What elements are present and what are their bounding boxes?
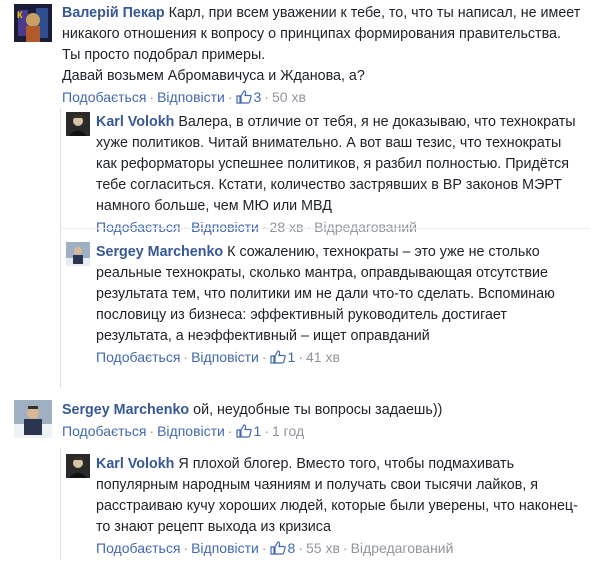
comment-text: Karl Volokh Валера, в отличие от тебя, я … bbox=[96, 112, 580, 217]
reply-button[interactable]: Відповісти bbox=[191, 540, 259, 556]
comment-body: Karl Volokh Я плохой блогер. Вместо того,… bbox=[96, 454, 580, 557]
avatar-image bbox=[66, 242, 90, 266]
comment-text: Валерій Пекар Карл, при всем уважении к т… bbox=[62, 3, 582, 87]
author-link[interactable]: Sergey Marchenko bbox=[62, 402, 189, 418]
thumbs-up-icon[interactable] bbox=[235, 424, 252, 438]
author-link[interactable]: Karl Volokh bbox=[96, 456, 174, 472]
comment-actions: Подобається · Відповісти · 1 · 1 год bbox=[62, 423, 305, 439]
reply-thread-line bbox=[60, 448, 61, 560]
comment-text: Sergey Marchenko ой, неудобные ты вопросы… bbox=[62, 400, 582, 421]
avatar-image bbox=[66, 112, 90, 136]
comment-actions: Подобається · Відповісти · 8 · 55 хв · Відредаго… bbox=[96, 540, 454, 556]
thumbs-up-icon[interactable] bbox=[269, 541, 286, 555]
divider bbox=[60, 228, 590, 229]
avatar[interactable] bbox=[66, 112, 90, 136]
reply-thread-line bbox=[60, 108, 61, 388]
comment: Sergey Marchenko ой, неудобные ты вопросы… bbox=[14, 400, 590, 446]
like-button[interactable]: Подобається bbox=[62, 89, 146, 105]
svg-text:К: К bbox=[17, 10, 23, 20]
reply-button[interactable]: Відповісти bbox=[157, 89, 225, 105]
reply-button[interactable]: Відповісти bbox=[191, 219, 259, 235]
comment-reply: Sergey Marchenko К сожалению, технократы … bbox=[66, 242, 590, 387]
author-link[interactable]: Sergey Marchenko bbox=[96, 244, 223, 260]
edited-label[interactable]: Відредагований bbox=[314, 219, 417, 235]
avatar[interactable] bbox=[66, 242, 90, 266]
avatar[interactable] bbox=[14, 400, 52, 438]
avatar-image bbox=[66, 454, 90, 478]
thumbs-up-icon[interactable] bbox=[235, 90, 252, 104]
comment-text: Karl Volokh Я плохой блогер. Вместо того,… bbox=[96, 454, 580, 538]
reply-button[interactable]: Відповісти bbox=[157, 423, 225, 439]
comment-text: Sergey Marchenko К сожалению, технократы … bbox=[96, 242, 580, 347]
avatar[interactable] bbox=[66, 454, 90, 478]
avatar-image: К bbox=[14, 4, 52, 42]
author-link[interactable]: Karl Volokh bbox=[96, 114, 174, 130]
comment-body: Sergey Marchenko ой, неудобные ты вопросы… bbox=[62, 400, 582, 440]
like-button[interactable]: Подобається bbox=[62, 423, 146, 439]
comment-actions: Подобається · Відповісти · 3 · 50 хв bbox=[62, 89, 306, 105]
comment-content: ой, неудобные ты вопросы задаешь)) bbox=[193, 402, 443, 418]
like-button[interactable]: Подобається bbox=[96, 349, 180, 365]
timestamp[interactable]: 1 год bbox=[272, 423, 304, 439]
reply-button[interactable]: Відповісти bbox=[191, 349, 259, 365]
comment-reply: Karl Volokh Валера, в отличие от тебя, я … bbox=[66, 112, 590, 235]
edited-label[interactable]: Відредагований bbox=[351, 540, 454, 556]
comment-body: Sergey Marchenko К сожалению, технократы … bbox=[96, 242, 580, 366]
like-button[interactable]: Подобається bbox=[96, 540, 180, 556]
like-button[interactable]: Подобається bbox=[96, 219, 180, 235]
timestamp[interactable]: 50 хв bbox=[272, 89, 306, 105]
author-link[interactable]: Валерій Пекар bbox=[62, 5, 165, 21]
comment-actions: Подобається · Відповісти · 1 · 41 хв bbox=[96, 349, 340, 365]
avatar-image bbox=[14, 400, 52, 438]
comment-actions: Подобається · Відповісти · 28 хв · Відредагова… bbox=[96, 219, 417, 235]
timestamp[interactable]: 28 хв bbox=[270, 219, 304, 235]
comment-reply: Karl Volokh Я плохой блогер. Вместо того,… bbox=[66, 454, 590, 560]
comment-body: Karl Volokh Валера, в отличие от тебя, я … bbox=[96, 112, 580, 236]
avatar[interactable]: К bbox=[14, 4, 52, 42]
comment: К Валерій Пекар Карл, при всем уважении к… bbox=[14, 4, 590, 108]
comment-body: Валерій Пекар Карл, при всем уважении к т… bbox=[62, 3, 582, 106]
timestamp[interactable]: 41 хв bbox=[306, 349, 340, 365]
thumbs-up-icon[interactable] bbox=[269, 350, 286, 364]
timestamp[interactable]: 55 хв bbox=[306, 540, 340, 556]
